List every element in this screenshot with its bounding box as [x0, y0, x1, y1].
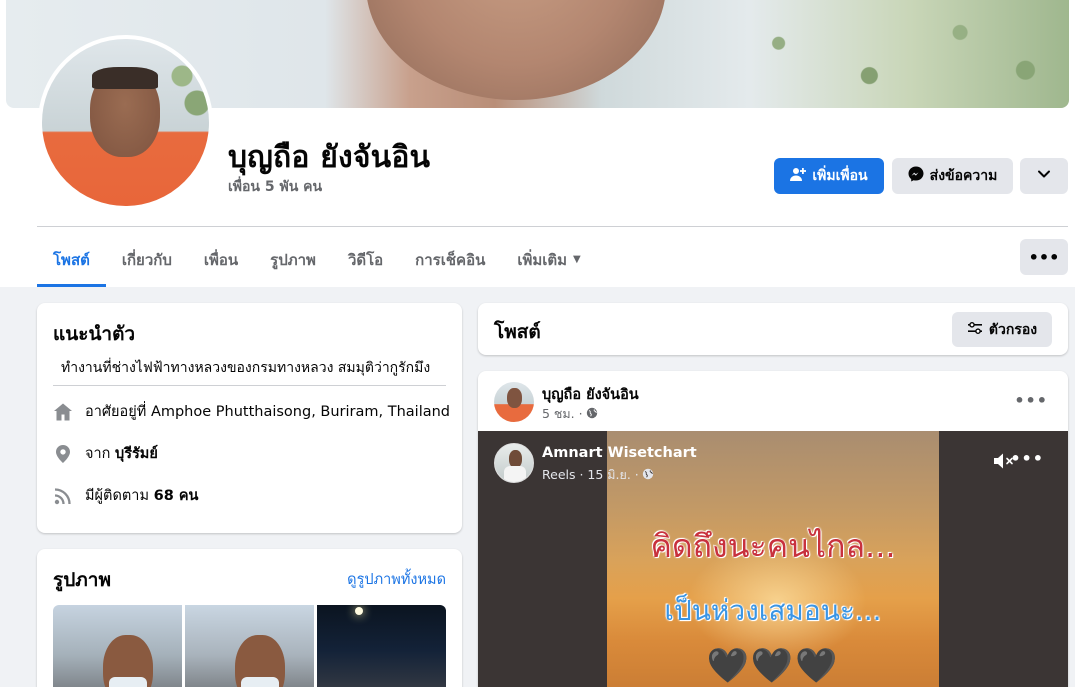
post-card: บุญถือ ยังจันอิน 5 ชม. · ••• คิดถึงนะคนไ… [478, 371, 1068, 687]
globe-icon [586, 407, 598, 422]
filter-label: ตัวกรอง [988, 321, 1038, 338]
reel-options-button[interactable]: ••• [1010, 449, 1044, 468]
profile-name: บุญถือ ยังจันอิน [228, 140, 431, 175]
tab-videos[interactable]: วิดีโอ [332, 232, 399, 287]
photo-thumbnail[interactable] [185, 605, 314, 687]
avatar-background [167, 49, 209, 139]
photo-thumbnail[interactable] [317, 605, 446, 687]
globe-icon [642, 468, 654, 483]
photo-thumbnail[interactable] [53, 605, 182, 687]
more-dots-icon: ••• [1014, 391, 1048, 410]
message-label: ส่งข้อความ [929, 168, 998, 184]
profile-tabs: โพสต์ เกี่ยวกับ เพื่อน รูปภาพ วิดีโอ การ… [37, 232, 597, 287]
shared-reel[interactable]: คิดถึงนะคนไกล... เป็นห่วงเสมอนะ... 🖤🖤🖤 A… [478, 431, 1068, 687]
intro-card: แนะนำตัว ทำงานที่ช่างไฟฟ้าทางหลวงของกรมท… [37, 303, 462, 533]
tab-more[interactable]: เพิ่มเติม ▼ [501, 232, 596, 287]
posts-title: โพสต์ [494, 321, 541, 343]
lives-in-text: อาศัยอยู่ที่ Amphoe Phutthaisong, Burira… [85, 400, 450, 423]
from-prefix: จาก [85, 446, 111, 462]
message-button[interactable]: ส่งข้อความ [892, 158, 1013, 194]
friends-count[interactable]: เพื่อน 5 พัน คน [228, 176, 322, 198]
tab-friends[interactable]: เพื่อน [188, 232, 254, 287]
profile-header: บุญถือ ยังจันอิน เพื่อน 5 พัน คน เพิ่มเพ… [0, 0, 1075, 287]
cover-photo-leaves [706, 0, 1069, 108]
add-person-icon [790, 166, 807, 186]
filter-button[interactable]: ตัวกรอง [952, 312, 1052, 347]
avatar-face [507, 388, 522, 408]
thumb-mask [241, 677, 279, 687]
post-timestamp: 5 ชม. · [542, 404, 598, 424]
more-dots-icon: ••• [1010, 449, 1044, 468]
messenger-icon [908, 166, 924, 186]
thumb-street-light [355, 607, 363, 615]
tab-about[interactable]: เกี่ยวกับ [106, 232, 188, 287]
add-friend-label: เพิ่มเพื่อน [812, 168, 868, 184]
photos-card: รูปภาพ ดูรูปภาพทั้งหมด [37, 549, 462, 687]
avatar-hair [92, 67, 158, 89]
reel-meta: Reels · 15 มิ.ย. · [542, 465, 654, 485]
intro-divider [53, 385, 446, 386]
intro-followers: มีผู้ติดตาม 68 คน [53, 484, 198, 507]
more-dots-icon: ••• [1028, 247, 1060, 267]
tab-checkins[interactable]: การเช็คอิน [399, 232, 501, 287]
posts-header-card: โพสต์ ตัวกรอง [478, 303, 1068, 355]
add-friend-button[interactable]: เพิ่มเพื่อน [774, 158, 884, 194]
rss-icon [53, 486, 73, 506]
avatar-body [504, 466, 526, 482]
tab-posts[interactable]: โพสต์ [37, 232, 106, 287]
lives-in-prefix: อาศัยอยู่ที่ [85, 404, 147, 420]
intro-bio: ทำงานที่ช่างไฟฟ้าทางหลวงของกรมทางหลวง สม… [61, 360, 431, 376]
followers-prefix: มีผู้ติดตาม [85, 488, 150, 504]
tab-label: การเช็คอิน [415, 250, 486, 269]
tab-label: เพิ่มเติม [517, 250, 568, 269]
reel-author-name[interactable]: Amnart Wisetchart [542, 445, 697, 461]
reel-author-avatar[interactable] [494, 443, 534, 483]
tab-label: วิดีโอ [347, 250, 384, 269]
post-time-text[interactable]: 5 ชม. · [542, 404, 583, 424]
header-divider [37, 226, 1068, 227]
profile-avatar[interactable] [38, 35, 213, 210]
lives-in-place[interactable]: Amphoe Phutthaisong, Buriram, Thailand [151, 404, 450, 420]
tab-label: รูปภาพ [270, 250, 316, 269]
followers-text: มีผู้ติดตาม 68 คน [85, 484, 198, 507]
from-place[interactable]: บุรีรัมย์ [115, 446, 158, 462]
thumb-mask [109, 677, 147, 687]
intro-from: จาก บุรีรัมย์ [53, 442, 158, 465]
reel-hearts: 🖤🖤🖤 [706, 646, 840, 686]
reel-meta-text: Reels · 15 มิ.ย. · [542, 467, 639, 482]
tab-label: โพสต์ [53, 250, 90, 269]
home-icon [53, 402, 73, 422]
see-all-photos-link[interactable]: ดูรูปภาพทั้งหมด [347, 568, 446, 591]
location-pin-icon [53, 444, 73, 464]
filter-sliders-icon [967, 320, 983, 340]
tabs-overflow-button[interactable]: ••• [1020, 239, 1068, 275]
profile-more-button[interactable] [1020, 158, 1068, 194]
post-options-button[interactable]: ••• [1014, 391, 1048, 410]
followers-count[interactable]: 68 คน [154, 488, 199, 504]
tab-photos[interactable]: รูปภาพ [254, 232, 332, 287]
photos-title: รูปภาพ [53, 569, 111, 591]
cover-photo-subject [366, 0, 666, 100]
tab-label: เกี่ยวกับ [121, 250, 172, 269]
reel-caption-line-2: เป็นห่วงเสมอนะ... [664, 594, 882, 627]
from-text: จาก บุรีรัมย์ [85, 442, 158, 465]
intro-title: แนะนำตัว [53, 323, 136, 345]
reel-caption-line-1: คิดถึงนะคนไกล... [650, 527, 896, 565]
post-author-avatar[interactable] [494, 382, 534, 422]
chevron-down-icon [1037, 167, 1051, 185]
tab-label: เพื่อน [203, 250, 239, 269]
caret-down-icon: ▼ [573, 254, 581, 265]
post-author-name[interactable]: บุญถือ ยังจันอิน [542, 383, 639, 406]
intro-lives-in: อาศัยอยู่ที่ Amphoe Phutthaisong, Burira… [53, 400, 450, 423]
